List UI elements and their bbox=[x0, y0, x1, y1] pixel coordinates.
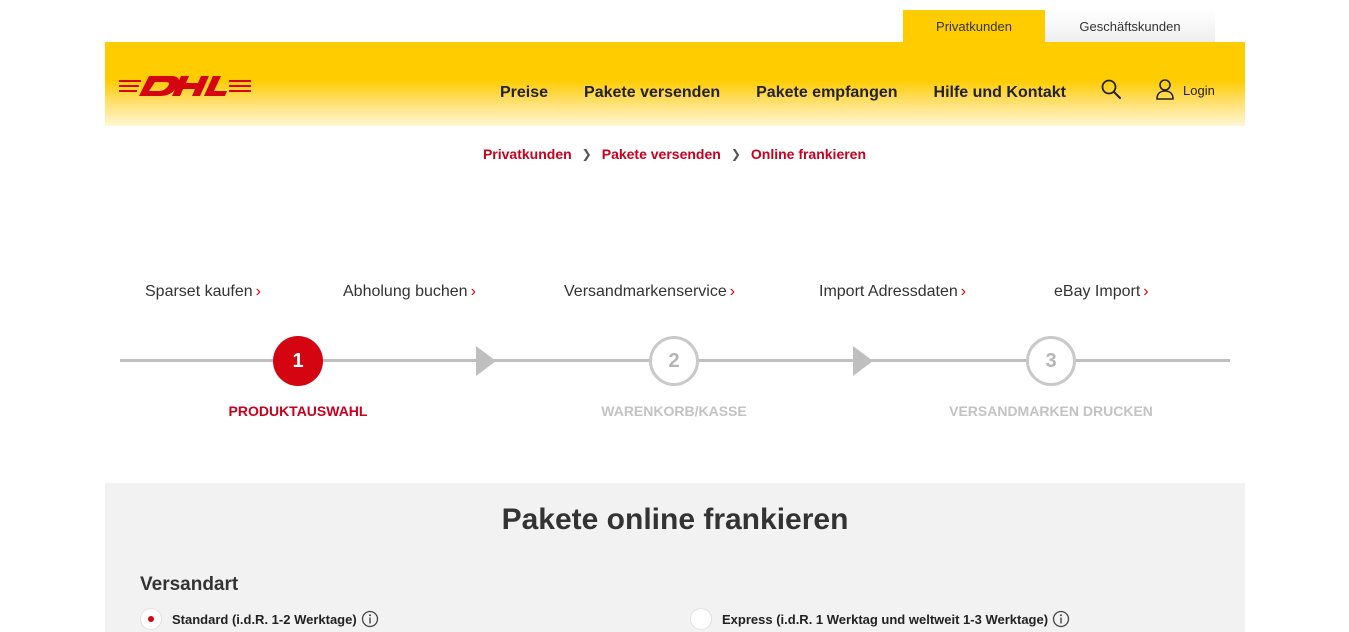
search-icon[interactable] bbox=[1100, 78, 1122, 100]
chevron-right-icon: › bbox=[1143, 283, 1149, 300]
breadcrumb-online-frankieren[interactable]: Online frankieren bbox=[751, 146, 866, 162]
option-standard[interactable]: Standard (i.d.R. 1-2 Werktage) bbox=[140, 608, 379, 630]
step-3-label: VERSANDMARKEN DRUCKEN bbox=[949, 403, 1153, 419]
arrow-right-icon bbox=[476, 346, 496, 376]
link-label: Sparset kaufen bbox=[145, 283, 253, 300]
link-label: eBay Import bbox=[1054, 283, 1141, 300]
link-sparset-kaufen[interactable]: Sparset kaufen › bbox=[145, 283, 261, 301]
link-label: Versandmarkenservice bbox=[564, 283, 727, 300]
option-express[interactable]: Express (i.d.R. 1 Werktag und weltweit 1… bbox=[690, 608, 1070, 630]
site-header: Preise Pakete versenden Pakete empfangen… bbox=[105, 42, 1245, 126]
nav-hilfe-und-kontakt[interactable]: Hilfe und Kontakt bbox=[934, 84, 1066, 102]
link-abholung-buchen[interactable]: Abholung buchen › bbox=[343, 283, 476, 301]
quick-links: Sparset kaufen › Abholung buchen › Versand… bbox=[0, 283, 1349, 303]
nav-pakete-empfangen[interactable]: Pakete empfangen bbox=[756, 84, 897, 102]
breadcrumb: Privatkunden ❯ Pakete versenden ❯ Online… bbox=[0, 146, 1349, 162]
link-label: Import Adressdaten bbox=[819, 283, 958, 300]
arrow-right-icon bbox=[853, 346, 873, 376]
tab-geschaeftskunden[interactable]: Geschäftskunden bbox=[1045, 10, 1215, 42]
login-button[interactable]: Login bbox=[1155, 78, 1215, 100]
dhl-logo[interactable] bbox=[119, 74, 251, 98]
breadcrumb-privatkunden[interactable]: Privatkunden bbox=[483, 146, 572, 162]
shipping-form-panel: Pakete online frankieren Versandart Stan… bbox=[105, 483, 1245, 632]
chevron-right-icon: ❯ bbox=[581, 147, 592, 161]
page-title: Pakete online frankieren bbox=[501, 503, 849, 536]
main-nav: Preise Pakete versenden Pakete empfangen… bbox=[500, 42, 1102, 126]
step-1-label: PRODUKTAUSWAHL bbox=[228, 403, 368, 419]
link-import-adressdaten[interactable]: Import Adressdaten › bbox=[819, 283, 966, 301]
chevron-right-icon: › bbox=[729, 283, 736, 300]
radio-express[interactable] bbox=[690, 608, 712, 630]
info-icon[interactable] bbox=[361, 610, 379, 628]
step-2-circle: 2 bbox=[649, 336, 699, 386]
nav-pakete-versenden[interactable]: Pakete versenden bbox=[584, 84, 720, 102]
chevron-right-icon: › bbox=[255, 283, 261, 300]
option-express-label: Express (i.d.R. 1 Werktag und weltweit 1… bbox=[722, 611, 1049, 627]
chevron-right-icon: › bbox=[960, 283, 967, 300]
link-versandmarkenservice[interactable]: Versandmarkenservice › bbox=[564, 283, 735, 301]
user-icon bbox=[1156, 79, 1174, 100]
chevron-right-icon: › bbox=[470, 283, 476, 300]
step-2-label: WARENKORB/KASSE bbox=[601, 403, 747, 419]
step-3-circle: 3 bbox=[1026, 336, 1076, 386]
radio-selected-dot bbox=[148, 616, 154, 622]
link-ebay-import[interactable]: eBay Import › bbox=[1054, 283, 1149, 301]
info-icon[interactable] bbox=[1052, 610, 1070, 628]
audience-tabs: Privatkunden Geschäftskunden bbox=[903, 10, 1215, 42]
login-label: Login bbox=[1183, 83, 1215, 98]
step-1-circle: 1 bbox=[273, 336, 323, 386]
nav-preise[interactable]: Preise bbox=[500, 84, 548, 102]
option-standard-label: Standard (i.d.R. 1-2 Werktage) bbox=[172, 611, 357, 627]
chevron-right-icon: ❯ bbox=[730, 147, 741, 161]
breadcrumb-pakete-versenden[interactable]: Pakete versenden bbox=[602, 146, 721, 162]
link-label: Abholung buchen bbox=[343, 283, 468, 300]
checkout-progress: 1 2 3 PRODUKTAUSWAHL WARENKORB/KASSE VER… bbox=[120, 330, 1230, 430]
section-label-versandart: Versandart bbox=[140, 574, 239, 595]
radio-standard[interactable] bbox=[140, 608, 162, 630]
tab-privatkunden[interactable]: Privatkunden bbox=[903, 10, 1045, 42]
